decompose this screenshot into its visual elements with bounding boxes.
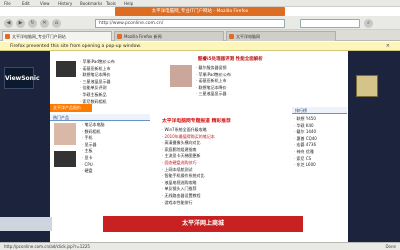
home-icon[interactable]: ⌂ xyxy=(52,19,61,28)
hot-products-list: 笔记本电脑 数码相机 手机 显示器 主板 显卡 CPU 硬盘 xyxy=(82,122,154,175)
search-icon[interactable]: ⌕ xyxy=(364,19,373,28)
product-link[interactable]: 笔记本电脑 xyxy=(82,122,154,129)
menu-bar: File Edit View History Bookmarks Tools H… xyxy=(0,0,400,7)
menu-edit[interactable]: Edit xyxy=(22,1,30,6)
reload-icon[interactable]: ↻ xyxy=(28,19,37,28)
footer-ad-banner[interactable]: 太平洋网上商城 xyxy=(103,216,303,232)
product-link[interactable]: 主板 xyxy=(82,148,154,155)
close-icon[interactable]: × xyxy=(386,42,390,51)
menu-history[interactable]: History xyxy=(58,1,72,6)
top-news-list: 苹果iPad售价公布 诺基亚新机上市 联想笔记本降价 三星液晶显示器 佳能单反评… xyxy=(80,59,170,105)
ranking-link[interactable]: 东芝 L600 xyxy=(294,162,347,169)
feature-link[interactable]: 家庭影院组建指南 xyxy=(162,147,286,154)
menu-bookmarks[interactable]: Bookmarks xyxy=(80,1,102,6)
tab-label: Mozilla Firefox 新闻 xyxy=(124,34,162,39)
feature-link[interactable]: 智能手机操作系统对比 xyxy=(162,173,286,180)
product-link[interactable]: 手机 xyxy=(82,135,154,142)
feature-list: Win7系统全面升级攻略 2010年最值得购买的笔记本 高清摄像头横向对比 家庭… xyxy=(162,127,286,206)
footer-strip xyxy=(0,217,52,231)
feature-link[interactable]: 固态硬盘选购技巧 xyxy=(162,160,286,167)
menu-tools[interactable]: Tools xyxy=(106,1,116,6)
ranking-link[interactable]: 索尼 CS xyxy=(294,156,347,163)
price-section-label[interactable]: 太平洋产品报价 xyxy=(50,104,92,112)
right-ad-banner[interactable] xyxy=(356,75,378,97)
feature-link[interactable]: 2010年最值得购买的笔记本 xyxy=(162,134,286,141)
product-photo[interactable] xyxy=(54,123,76,145)
product-link[interactable]: CPU xyxy=(82,162,154,169)
product-link[interactable]: 硬盘 xyxy=(82,168,154,175)
product-link[interactable]: 数码相机 xyxy=(82,129,154,136)
menu-file[interactable]: File xyxy=(4,1,11,6)
tab-bar: 太平洋电脑网_专业IT门户网站 Mozilla Firefox 新闻 太平洋电脑… xyxy=(0,30,400,41)
news-link[interactable]: 苹果iPad售价公布 xyxy=(80,59,170,66)
ranking-link[interactable]: 惠普 CQ40 xyxy=(294,136,347,143)
tab-label: 太平洋电脑网 xyxy=(236,34,260,39)
news-link[interactable]: 三星液晶显示器 xyxy=(196,91,288,98)
ranking-link[interactable]: 华硕 K40 xyxy=(294,123,347,130)
ranking-link[interactable]: 戴尔 1440 xyxy=(294,129,347,136)
ranking-link[interactable]: 宏碁 4736 xyxy=(294,142,347,149)
tab-firefox-news[interactable]: Mozilla Firefox 新闻 xyxy=(114,31,224,41)
news-link[interactable]: 佳能单反评测 xyxy=(80,85,170,92)
feature-link[interactable]: 主流显卡天梯图更新 xyxy=(162,153,286,160)
news-link[interactable]: 联想笔记本降价 xyxy=(80,72,170,79)
product-photo[interactable] xyxy=(54,151,76,167)
status-state: Done xyxy=(385,244,396,249)
tab-pconline-2[interactable]: 太平洋电脑网 xyxy=(226,31,336,41)
product-link[interactable]: 显示器 xyxy=(82,142,154,149)
news-thumbnail[interactable] xyxy=(56,61,76,77)
popup-blocked-message: Firefox prevented this site from opening… xyxy=(10,44,142,49)
news-link[interactable]: 联想笔记本降价 xyxy=(196,85,288,92)
news-link[interactable]: 索尼数码相机 xyxy=(80,99,170,106)
menu-help[interactable]: Help xyxy=(124,1,133,6)
status-bar: http://pconline.com.cn/ad/click.jsp?r=12… xyxy=(0,242,400,250)
news-link[interactable]: 三星液晶显示器 xyxy=(80,79,170,86)
news-link[interactable]: 苹果iPad售价公布 xyxy=(196,72,288,79)
favicon-icon xyxy=(5,34,10,39)
url-input[interactable]: http://www.pconline.com.cn/ xyxy=(95,19,285,28)
headline-list: 戴尔服务器促销 苹果iPad售价公布 诺基亚新机上市 联想笔记本降价 三星液晶显… xyxy=(196,65,288,98)
tab-pconline[interactable]: 太平洋电脑网_专业IT门户网站 xyxy=(2,31,112,41)
ranking-header: 排行榜 xyxy=(292,107,347,114)
news-link[interactable]: 戴尔服务器促销 xyxy=(196,65,288,72)
news-link[interactable]: 华硕主板新品 xyxy=(80,92,170,99)
feature-link[interactable]: 单反镜头入门推荐 xyxy=(162,186,286,193)
news-link[interactable]: 诺基亚新机上市 xyxy=(80,66,170,73)
ranking-link[interactable]: 神舟 优雅 xyxy=(294,149,347,156)
popup-blocked-bar: Firefox prevented this site from opening… xyxy=(0,42,400,51)
top-headline[interactable]: 酷睿i5处理器评测 性能全面解析 xyxy=(198,56,263,62)
feature-link[interactable]: Win7系统全面升级攻略 xyxy=(162,127,286,134)
favicon-icon xyxy=(117,34,122,39)
search-input[interactable] xyxy=(300,19,360,28)
page-content: 苹果iPad售价公布 诺基亚新机上市 联想笔记本降价 三星液晶显示器 佳能单反评… xyxy=(50,51,348,242)
left-ad-column: ViewSonic xyxy=(0,51,50,242)
left-promo-banner[interactable]: ViewSonic xyxy=(4,67,40,89)
stop-icon[interactable]: ✕ xyxy=(40,19,49,28)
feature-link[interactable]: 上网本续航测试 xyxy=(162,167,286,174)
ranking-list: 联想 Y450 华硕 K40 戴尔 1440 惠普 CQ40 宏碁 4736 神… xyxy=(294,116,347,169)
tab-label: 太平洋电脑网_专业IT门户网站 xyxy=(12,34,66,39)
forward-icon[interactable]: ▶ xyxy=(16,19,25,28)
web-page: ViewSonic 苹果iPad售价公布 诺基亚新机上市 联想笔记本降价 三星液… xyxy=(0,51,400,242)
status-url: http://pconline.com.cn/ad/click.jsp?r=12… xyxy=(4,244,90,249)
menu-view[interactable]: View xyxy=(40,1,50,6)
news-link[interactable]: 诺基亚新机上市 xyxy=(196,78,288,85)
right-ad-column xyxy=(348,51,400,242)
feature-title[interactable]: 太平洋电脑网专题报道 精彩推荐 xyxy=(162,117,231,124)
feature-link[interactable]: 无线路由器设置教程 xyxy=(162,193,286,200)
feature-link[interactable]: 高清摄像头横向对比 xyxy=(162,140,286,147)
ranking-link[interactable]: 联想 Y450 xyxy=(294,116,347,123)
window-title: 太平洋电脑网_专业IT门户网站 - Mozilla Firefox xyxy=(115,7,285,16)
feature-link[interactable]: 液晶电视选购攻略 xyxy=(162,180,286,187)
product-link[interactable]: 显卡 xyxy=(82,155,154,162)
back-icon[interactable]: ◀ xyxy=(4,19,13,28)
headline-photo[interactable] xyxy=(170,65,192,87)
feature-link[interactable]: 游戏本性能排行 xyxy=(162,200,286,207)
hot-products-header: 热门产品 xyxy=(50,114,150,121)
favicon-icon xyxy=(229,34,234,39)
navigation-toolbar: ◀ ▶ ↻ ✕ ⌂ http://www.pconline.com.cn/ ⌕ xyxy=(0,16,400,30)
